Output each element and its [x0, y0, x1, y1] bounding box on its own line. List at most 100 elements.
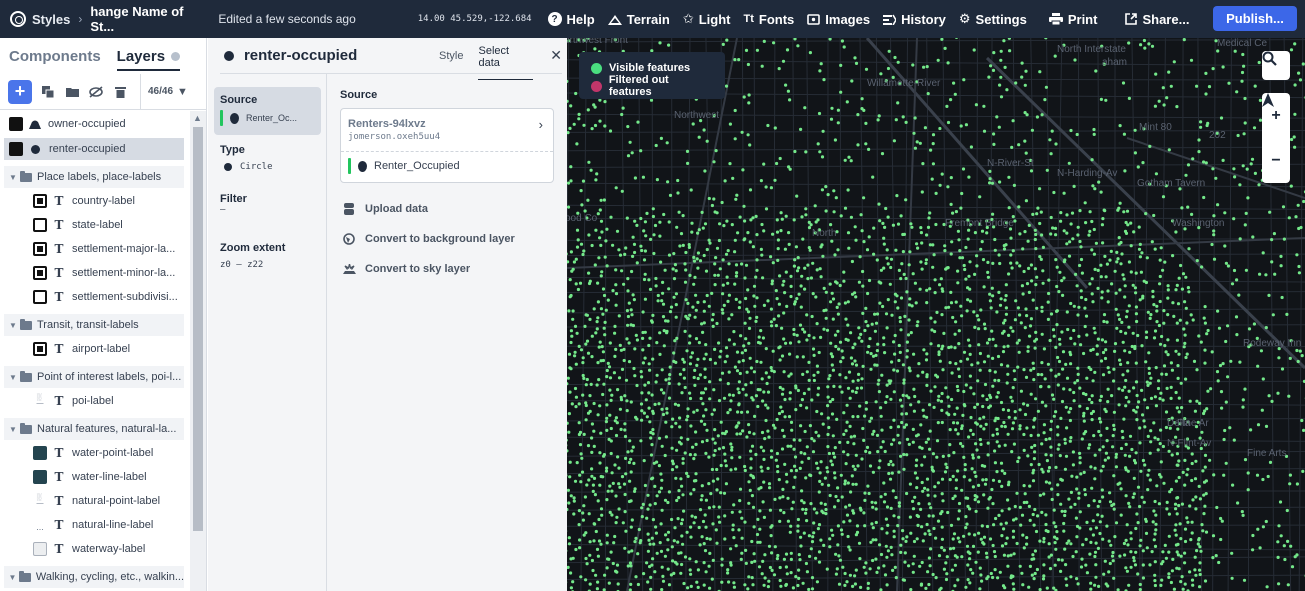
- feature-point: [801, 327, 805, 331]
- feature-point: [1092, 132, 1096, 136]
- light-menu[interactable]: ✩ Light: [683, 11, 731, 27]
- feature-point: [878, 459, 882, 463]
- zoom-in-icon[interactable]: +: [1271, 107, 1280, 125]
- nav-source[interactable]: Source Renter_Oc...: [214, 87, 321, 135]
- trash-icon[interactable]: [112, 84, 128, 100]
- chevron-right-icon[interactable]: ›: [539, 117, 543, 132]
- feature-point: [654, 525, 658, 529]
- source-card[interactable]: Renters-94lxvz jomerson.oxeh5uu4 › Rente…: [340, 108, 554, 183]
- feature-point: [831, 368, 835, 372]
- feature-point: [581, 373, 585, 378]
- caret-down-icon[interactable]: ▼: [6, 321, 20, 330]
- styles-link[interactable]: Styles: [0, 0, 70, 38]
- caret-down-icon[interactable]: ▼: [6, 573, 19, 582]
- hide-icon[interactable]: [88, 84, 104, 100]
- feature-point: [1017, 456, 1021, 460]
- layer-title[interactable]: renter-occupied: [244, 47, 439, 64]
- layer-item[interactable]: Tsettlement-subdivisi...: [4, 286, 184, 308]
- tab-layers[interactable]: Layers: [116, 48, 181, 71]
- layer-item[interactable]: Tairport-label: [4, 338, 184, 360]
- nav-type[interactable]: Type Circle: [220, 144, 273, 172]
- publish-button[interactable]: Publish...: [1213, 6, 1297, 31]
- convert-background-button[interactable]: Convert to background layer: [342, 233, 515, 245]
- feature-point: [1251, 533, 1255, 538]
- layer-item[interactable]: owner-occupied: [4, 113, 184, 135]
- scroll-thumb[interactable]: [193, 127, 203, 531]
- add-layer-button[interactable]: +: [8, 79, 32, 104]
- upload-data-button[interactable]: Upload data: [342, 203, 428, 215]
- feature-point: [838, 385, 842, 389]
- layer-item[interactable]: Tsettlement-major-la...: [4, 238, 184, 260]
- feature-point: [736, 410, 740, 414]
- layer-list-scrollbar[interactable]: ▲: [190, 111, 206, 591]
- help-menu[interactable]: ? Help: [547, 12, 595, 27]
- feature-point: [741, 429, 745, 433]
- feature-point: [713, 441, 717, 445]
- terrain-menu[interactable]: Terrain: [607, 12, 670, 27]
- layer-item[interactable]: Tstate-label: [4, 214, 184, 236]
- layer-item[interactable]: Twater-line-label: [4, 466, 184, 488]
- zoom-out-icon[interactable]: −: [1271, 152, 1280, 170]
- feature-point: [833, 253, 837, 257]
- scroll-up-icon[interactable]: ▲: [193, 113, 202, 123]
- feature-point: [963, 463, 967, 467]
- compass-icon[interactable]: [1262, 93, 1274, 107]
- share-menu[interactable]: Share...: [1125, 12, 1189, 27]
- nav-zoom-extent[interactable]: Zoom extent z0 – z22: [220, 242, 285, 270]
- layer-group[interactable]: ▼ Point of interest labels, poi-l...: [4, 366, 184, 388]
- feature-point: [837, 554, 841, 558]
- feature-point: [1055, 309, 1059, 313]
- layer-item[interactable]: Tsettlement-minor-la...: [4, 262, 184, 284]
- feature-point: [1282, 544, 1286, 548]
- feature-point: [953, 332, 957, 336]
- feature-point: [1241, 52, 1245, 57]
- feature-point: [968, 260, 972, 264]
- feature-point: [923, 126, 927, 130]
- tab-style[interactable]: Style: [439, 50, 463, 62]
- layer-item[interactable]: ░ — Tpoi-label: [4, 390, 184, 412]
- convert-sky-button[interactable]: Convert to sky layer: [342, 263, 470, 275]
- layer-item[interactable]: Twaterway-label: [4, 538, 184, 560]
- layer-item[interactable]: ... Tnatural-line-label: [4, 514, 184, 536]
- feature-point: [718, 267, 722, 271]
- style-name[interactable]: hange Name of St...: [90, 4, 208, 34]
- caret-down-icon[interactable]: ▼: [6, 373, 20, 382]
- layer-item[interactable]: renter-occupied: [4, 138, 184, 160]
- caret-down-icon[interactable]: ▼: [6, 173, 20, 182]
- source-layer-row[interactable]: Renter_Occupied: [348, 158, 460, 174]
- layer-item[interactable]: ░ — Tnatural-point-label: [4, 490, 184, 512]
- feature-point: [1270, 260, 1274, 264]
- map-label: Fine Arts: [1247, 448, 1287, 459]
- map-search-button[interactable]: [1262, 51, 1290, 80]
- feature-point: [1077, 334, 1081, 338]
- settings-menu[interactable]: ⚙ Settings: [959, 11, 1027, 27]
- close-icon[interactable]: ✕: [550, 47, 562, 64]
- feature-point: [567, 474, 568, 477]
- images-menu[interactable]: Images: [807, 12, 870, 27]
- layer-count-label: 46/46: [148, 86, 174, 97]
- layer-group[interactable]: ▼ Natural features, natural-la...: [4, 418, 184, 440]
- duplicate-icon[interactable]: [40, 84, 56, 100]
- tab-components[interactable]: Components: [9, 48, 101, 65]
- layer-group[interactable]: ▼ Place labels, place-labels: [4, 166, 184, 188]
- feature-point: [571, 309, 575, 313]
- feature-point: [1094, 541, 1098, 545]
- layer-item[interactable]: Twater-point-label: [4, 442, 184, 464]
- nav-filter[interactable]: Filter —: [220, 193, 247, 215]
- feature-point: [1040, 400, 1044, 404]
- history-menu[interactable]: History: [883, 12, 946, 27]
- feature-point: [747, 423, 751, 427]
- folder-icon[interactable]: [64, 84, 80, 100]
- caret-down-icon[interactable]: ▼: [6, 425, 20, 434]
- print-menu[interactable]: Print: [1048, 12, 1097, 27]
- map-canvas[interactable]: orthwest Front North Interstate aham Medica…: [567, 38, 1305, 591]
- layer-item[interactable]: Tcountry-label: [4, 190, 184, 212]
- layer-group[interactable]: ▼ Walking, cycling, etc., walkin...: [4, 566, 184, 588]
- feature-point: [827, 483, 831, 487]
- filter-icon[interactable]: ▼: [177, 86, 188, 98]
- feature-point: [766, 585, 770, 589]
- layer-group[interactable]: ▼ Transit, transit-labels: [4, 314, 184, 336]
- feature-point: [702, 309, 706, 313]
- feature-point: [694, 293, 698, 297]
- fonts-menu[interactable]: Tt Fonts: [744, 12, 795, 27]
